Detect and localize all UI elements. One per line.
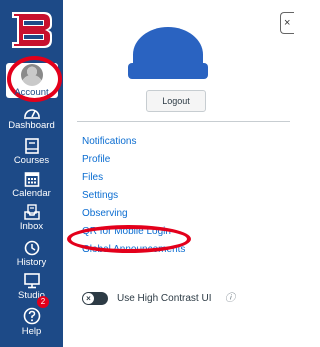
nav-item-help-label: Help xyxy=(21,326,42,337)
nav-item-help[interactable]: Help xyxy=(0,307,63,337)
toggle-off-icon: × xyxy=(83,293,94,304)
question-icon xyxy=(23,307,40,325)
link-notifications[interactable]: Notifications xyxy=(82,133,185,151)
high-contrast-label: Use High Contrast UI xyxy=(117,293,212,304)
help-notification-badge: 2 xyxy=(37,296,49,308)
school-logo[interactable] xyxy=(9,9,54,51)
nav-item-account-label: Account xyxy=(14,87,49,98)
nav-item-courses-label: Courses xyxy=(13,155,50,166)
link-profile[interactable]: Profile xyxy=(82,151,185,169)
nav-item-courses[interactable]: Courses xyxy=(0,138,63,166)
tray-divider xyxy=(77,121,290,122)
nav-item-dashboard[interactable]: Dashboard xyxy=(0,105,63,131)
close-tray-button[interactable]: × xyxy=(280,12,294,34)
nav-item-calendar[interactable]: Calendar xyxy=(0,171,63,199)
dashboard-icon xyxy=(23,109,40,119)
calendar-icon xyxy=(24,172,39,187)
link-observing[interactable]: Observing xyxy=(82,205,185,223)
clock-icon xyxy=(24,240,39,256)
inbox-icon xyxy=(23,204,40,220)
nav-item-account-fg[interactable]: Account xyxy=(0,64,63,98)
nav-item-studio-label: Studio xyxy=(18,290,45,301)
nav-item-dashboard-label: Dashboard xyxy=(8,120,55,131)
link-files[interactable]: Files xyxy=(82,169,185,187)
nav-item-history[interactable]: History xyxy=(0,240,63,268)
link-settings[interactable]: Settings xyxy=(82,187,185,205)
info-icon[interactable]: ⓘ xyxy=(225,292,235,305)
monitor-icon xyxy=(23,273,40,289)
link-global-announcements[interactable]: Global Announcements xyxy=(82,241,185,259)
account-links: Notifications Profile Files Settings Obs… xyxy=(82,133,185,259)
logout-button[interactable]: Logout xyxy=(146,90,206,112)
nav-item-history-label: History xyxy=(16,257,47,268)
book-icon xyxy=(24,138,39,154)
nav-item-studio[interactable]: Studio xyxy=(0,273,63,301)
nav-item-inbox-label: Inbox xyxy=(19,221,44,232)
person-icon xyxy=(20,64,43,86)
nav-item-calendar-label: Calendar xyxy=(12,188,51,199)
global-nav: Account Account Dashboard Courses Cal xyxy=(0,0,63,347)
nav-item-inbox[interactable]: Inbox xyxy=(0,204,63,232)
high-contrast-toggle[interactable]: × xyxy=(82,292,108,305)
user-avatar-base xyxy=(128,63,208,79)
link-qr-mobile-login[interactable]: QR for Mobile Login xyxy=(82,223,185,241)
